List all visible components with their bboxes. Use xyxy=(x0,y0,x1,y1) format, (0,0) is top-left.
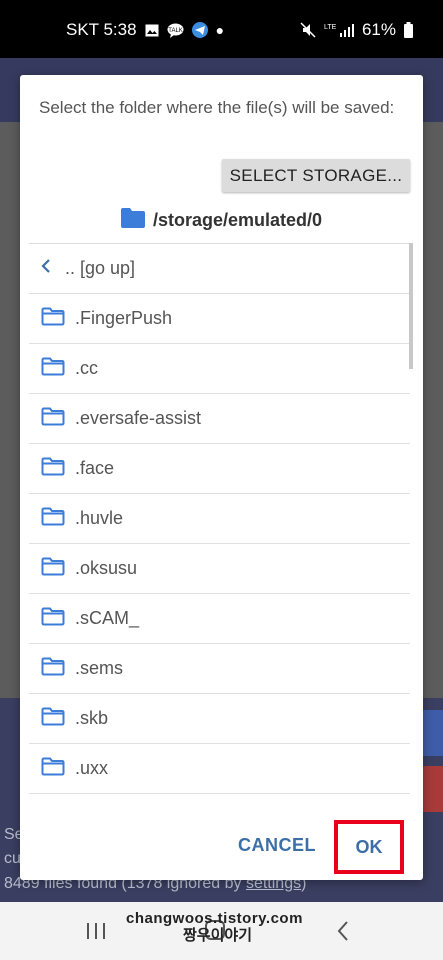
folder-name: .face xyxy=(75,458,115,478)
folder-item[interactable]: .huvle xyxy=(29,494,410,544)
recent-apps-icon[interactable] xyxy=(86,922,106,945)
folder-outline-icon xyxy=(41,607,65,631)
background-text-line2: cu xyxy=(4,850,21,867)
folder-item[interactable]: .sems xyxy=(29,644,410,694)
folder-name: .cc xyxy=(75,358,99,378)
telegram-icon xyxy=(191,22,208,38)
folder-outline-icon xyxy=(41,507,65,531)
ok-label: OK xyxy=(355,836,383,857)
watermark-name: 짱우이야기 xyxy=(183,927,253,944)
background-blue-button xyxy=(421,710,443,756)
folder-outline-icon xyxy=(41,457,65,481)
current-path-row: /storage/emulated/0 xyxy=(20,205,423,235)
background-red-button xyxy=(421,766,443,812)
gallery-icon xyxy=(145,24,159,37)
folder-name: .eversafe-assist xyxy=(75,408,202,428)
folder-item[interactable]: .cc xyxy=(29,344,410,394)
folder-list: .. [go up] .FingerPush .cc .eversafe-ass… xyxy=(29,243,410,800)
ok-button[interactable]: OK xyxy=(334,820,404,874)
folder-name: .sCAM_ xyxy=(75,608,140,628)
folder-outline-icon xyxy=(41,557,65,581)
folder-item[interactable]: .eversafe-assist xyxy=(29,394,410,444)
battery-icon xyxy=(404,22,413,38)
folder-outline-icon xyxy=(41,757,65,781)
go-up-label: .. [go up] xyxy=(65,258,136,278)
folder-name: .oksusu xyxy=(75,558,138,578)
battery-percent: 61% xyxy=(361,20,396,39)
talk-icon: TALK xyxy=(167,23,184,38)
mute-icon xyxy=(300,22,316,38)
folder-item[interactable]: .skb xyxy=(29,694,410,744)
list-scrollbar[interactable] xyxy=(409,243,413,369)
carrier-time: SKT 5:38 xyxy=(66,20,137,39)
folder-name: .huvle xyxy=(75,508,124,528)
folder-picker-dialog: Select the folder where the file(s) will… xyxy=(20,75,423,880)
go-up-item[interactable]: .. [go up] xyxy=(29,244,410,294)
select-storage-button[interactable]: SELECT STORAGE... xyxy=(222,159,410,192)
svg-text:LTE: LTE xyxy=(324,24,337,31)
folder-item[interactable]: .FingerPush xyxy=(29,294,410,344)
folder-name: .uxx xyxy=(75,758,109,778)
folder-name: .skb xyxy=(75,708,109,728)
status-bar: SKT 5:38 TALK ● LTE 61% xyxy=(0,0,443,58)
svg-text:TALK: TALK xyxy=(168,28,183,34)
folder-name: .sems xyxy=(75,658,124,678)
folder-outline-icon xyxy=(41,657,65,681)
folder-icon xyxy=(120,207,145,233)
current-path: /storage/emulated/0 xyxy=(152,209,323,230)
status-left: SKT 5:38 TALK ● xyxy=(66,20,224,40)
chevron-left-icon xyxy=(41,259,51,278)
folder-item[interactable]: .sCAM_ xyxy=(29,594,410,644)
cancel-button[interactable]: CANCEL xyxy=(238,835,316,856)
status-right: LTE 61% xyxy=(300,20,413,40)
dialog-message: Select the folder where the file(s) will… xyxy=(39,98,395,117)
folder-outline-icon xyxy=(41,707,65,731)
folder-item[interactable]: .oksusu xyxy=(29,544,410,594)
folder-outline-icon xyxy=(41,357,65,381)
folder-item[interactable]: .face xyxy=(29,444,410,494)
folder-item[interactable]: .uxx xyxy=(29,744,410,794)
folder-outline-icon xyxy=(41,307,65,331)
folder-outline-icon xyxy=(41,407,65,431)
lte-signal-icon: LTE xyxy=(324,22,354,38)
back-icon[interactable] xyxy=(336,920,350,947)
more-notifications-icon: ● xyxy=(215,22,225,38)
folder-name: .FingerPush xyxy=(75,308,173,328)
